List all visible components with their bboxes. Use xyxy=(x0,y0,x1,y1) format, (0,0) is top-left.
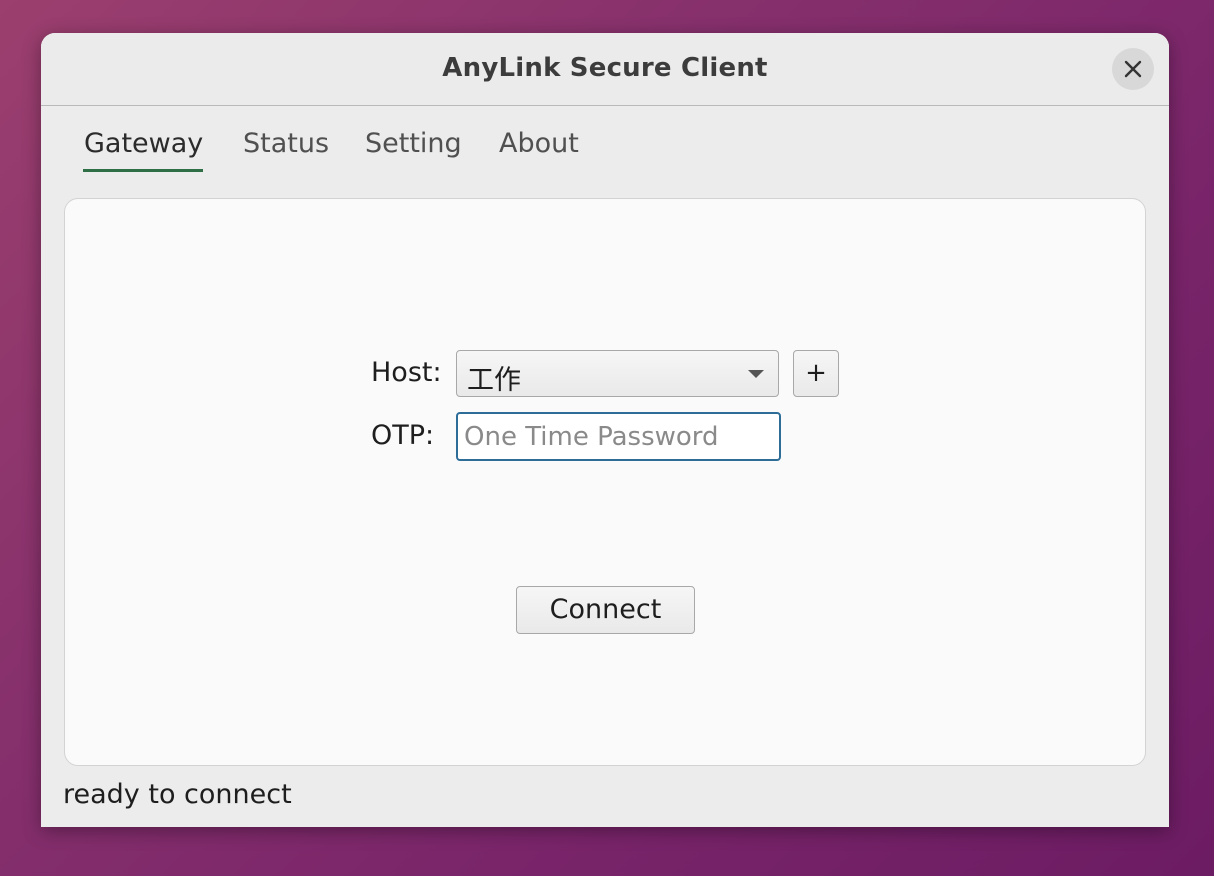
tab-about[interactable]: About xyxy=(499,128,579,159)
close-icon xyxy=(1124,60,1142,78)
host-selected-value: 工作 xyxy=(467,365,521,396)
gateway-panel: Host: 工作 + OTP: Connect xyxy=(64,198,1146,766)
app-window: AnyLink Secure Client Gateway Status Set… xyxy=(41,33,1169,827)
tab-gateway[interactable]: Gateway xyxy=(84,128,203,159)
chevron-down-icon xyxy=(748,370,764,378)
tab-bar: Gateway Status Setting About xyxy=(41,106,1169,176)
close-button[interactable] xyxy=(1112,48,1154,90)
otp-input[interactable] xyxy=(456,412,781,461)
active-tab-indicator xyxy=(83,169,203,172)
host-dropdown[interactable]: 工作 xyxy=(456,350,779,397)
otp-label: OTP: xyxy=(371,420,435,451)
tab-status[interactable]: Status xyxy=(243,128,329,159)
title-bar: AnyLink Secure Client xyxy=(41,33,1169,106)
host-label: Host: xyxy=(371,357,442,388)
connect-button[interactable]: Connect xyxy=(516,586,695,634)
window-title: AnyLink Secure Client xyxy=(442,53,768,83)
tab-setting[interactable]: Setting xyxy=(365,128,462,159)
add-host-button[interactable]: + xyxy=(793,350,839,397)
status-text: ready to connect xyxy=(63,779,292,810)
